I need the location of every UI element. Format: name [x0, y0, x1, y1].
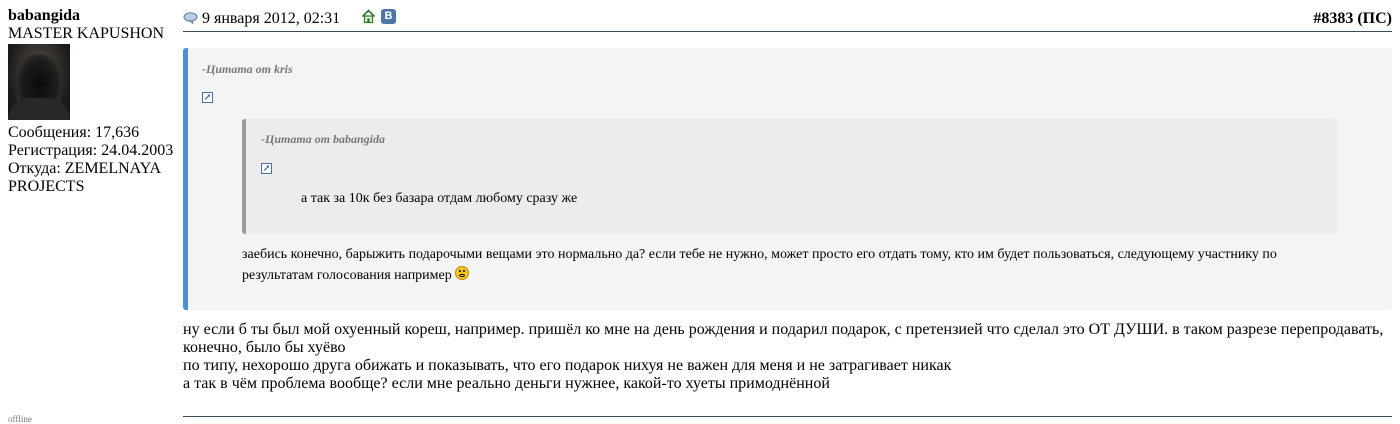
post-number-link[interactable]: #8383	[1313, 10, 1353, 27]
author-posts: Сообщения: 17,636	[8, 124, 140, 141]
message-line: по типу, нехорошо друга обижать и показы…	[183, 357, 952, 374]
quote-outer-body: заебись конечно, барыжить подарочыми вещ…	[242, 244, 1342, 286]
post-number[interactable]: #8383 (ПС)	[1313, 10, 1392, 28]
online-status: offline	[8, 414, 32, 424]
quote-inner-link[interactable]: ↗	[261, 158, 272, 176]
post-date: 9 января 2012, 02:31	[202, 10, 341, 27]
author-registered: Регистрация: 24.04.2003	[8, 142, 174, 159]
quote-inner-meta: -Цитата от babangida	[261, 132, 386, 146]
smiley-icon	[455, 266, 470, 280]
message-line: а так в чём проблема вообще? если мне ре…	[183, 375, 830, 392]
quote-inner: -Цитата от babangida ↗ а так за 10к без …	[242, 119, 1337, 234]
avatar[interactable]	[8, 44, 70, 120]
author-username[interactable]: babangida	[8, 7, 180, 25]
author-from-cont: PROJECTS	[8, 178, 85, 195]
quote-outer-meta: -Цитата от kris	[202, 62, 293, 76]
post-message: ну если б ты был мой охуенный кореш, нап…	[183, 321, 1392, 393]
author-panel: babangida MASTER KAPUSHON Сообщения: 17,…	[8, 7, 180, 196]
jump-to-post-icon[interactable]: ↗	[202, 92, 213, 103]
message-line: ну если б ты был мой охуенный кореш, нап…	[183, 321, 1384, 356]
jump-to-post-icon[interactable]: ↗	[261, 163, 272, 174]
quote-inner-text: а так за 10к без базара отдам любому сра…	[301, 191, 578, 206]
author-title: MASTER KAPUSHON	[8, 25, 165, 42]
quote-outer: -Цитата от kris ↗ -Цитата от babangida ↗…	[183, 48, 1392, 310]
quote-outer-text: заебись конечно, барыжить подарочыми вещ…	[242, 247, 1277, 283]
vk-icon[interactable]: В	[381, 9, 396, 24]
home-icon[interactable]	[361, 9, 376, 29]
post-tag: (ПС)	[1357, 10, 1392, 27]
author-from: Откуда: ZEMELNAYA	[8, 160, 162, 177]
quote-outer-link[interactable]: ↗	[202, 87, 213, 105]
post-divider	[183, 416, 1392, 417]
post-header: 9 января 2012, 02:31 В #8383 (ПС)	[183, 7, 1392, 32]
speech-bubble-icon	[183, 11, 198, 29]
avatar-shoulders	[8, 98, 70, 120]
